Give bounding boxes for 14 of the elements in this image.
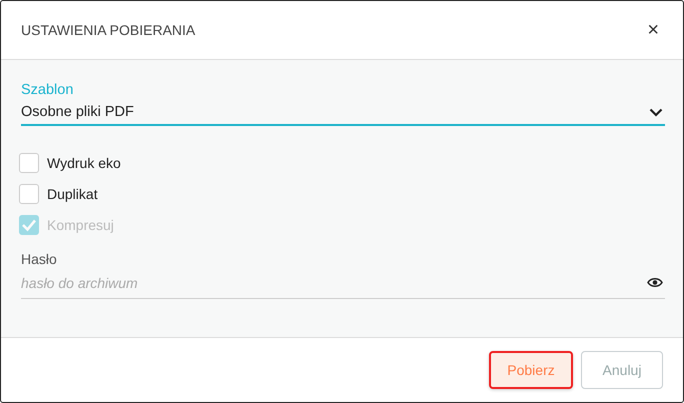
template-select[interactable]: Szablon Osobne pliki PDF <box>21 82 665 126</box>
template-label: Szablon <box>21 82 74 98</box>
password-label: Hasło <box>21 251 58 267</box>
checkbox-label: Kompresuj <box>47 217 114 233</box>
eye-icon <box>647 277 663 288</box>
checkbox-label: Wydruk eko <box>47 155 121 171</box>
chevron-down-icon <box>649 108 663 116</box>
template-value: Osobne pliki PDF <box>21 104 134 120</box>
close-button[interactable]: × <box>643 18 663 42</box>
password-field[interactable]: hasło do archiwum <box>21 267 665 299</box>
checkbox[interactable] <box>19 153 39 173</box>
checkbox-label: Duplikat <box>47 186 98 202</box>
checkbox[interactable] <box>19 184 39 204</box>
dialog-title: USTAWIENIA POBIERANIA <box>21 22 196 38</box>
